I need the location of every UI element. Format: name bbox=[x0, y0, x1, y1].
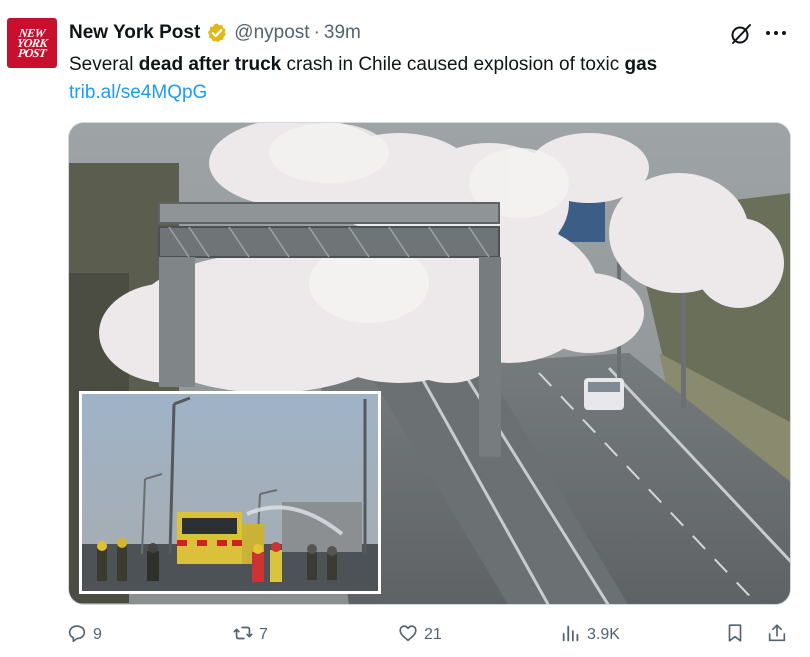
tweet-header: New York Post @nypost · 39m bbox=[69, 20, 361, 46]
bookmark-icon bbox=[724, 622, 746, 649]
tweet-text-part: Several bbox=[69, 54, 139, 75]
timestamp[interactable]: 39m bbox=[324, 22, 361, 44]
tweet-action-bar: 9 7 21 3.9K bbox=[66, 620, 792, 650]
separator-dot: · bbox=[313, 22, 320, 43]
avatar[interactable]: NEW YORK POST bbox=[7, 18, 57, 68]
grok-icon[interactable] bbox=[729, 22, 753, 46]
share-icon bbox=[766, 622, 788, 649]
tweet-text-bold: dead after truck bbox=[138, 54, 282, 75]
reply-count: 9 bbox=[93, 626, 102, 643]
repost-button[interactable]: 7 bbox=[232, 620, 268, 650]
more-icon[interactable] bbox=[766, 28, 790, 38]
like-count: 21 bbox=[424, 626, 442, 643]
inset-photo bbox=[79, 391, 381, 594]
tweet-text-bold: gas bbox=[624, 54, 658, 75]
views-icon bbox=[560, 622, 582, 649]
bookmark-button[interactable] bbox=[724, 620, 746, 650]
author-handle[interactable]: @nypost bbox=[234, 22, 309, 44]
reply-button[interactable]: 9 bbox=[66, 620, 102, 650]
reply-icon bbox=[66, 622, 88, 649]
views-button[interactable]: 3.9K bbox=[560, 620, 620, 650]
tweet-link[interactable]: trib.al/se4MQpG bbox=[69, 80, 207, 106]
tweet-text-part: crash in Chile caused explosion of toxic bbox=[281, 54, 625, 75]
repost-icon bbox=[232, 622, 254, 649]
views-count: 3.9K bbox=[587, 626, 620, 643]
verified-badge-icon[interactable] bbox=[206, 22, 228, 44]
tweet-text: Several dead after truck crash in Chile … bbox=[69, 52, 789, 78]
more-dot bbox=[782, 31, 786, 35]
share-button[interactable] bbox=[766, 620, 788, 650]
avatar-line-3: POST bbox=[17, 46, 47, 60]
more-dot bbox=[766, 31, 770, 35]
more-dot bbox=[774, 31, 778, 35]
firefighters-image bbox=[82, 394, 378, 591]
like-button[interactable]: 21 bbox=[397, 620, 442, 650]
heart-icon bbox=[397, 622, 419, 649]
repost-count: 7 bbox=[259, 626, 268, 643]
author-name[interactable]: New York Post bbox=[69, 22, 200, 44]
